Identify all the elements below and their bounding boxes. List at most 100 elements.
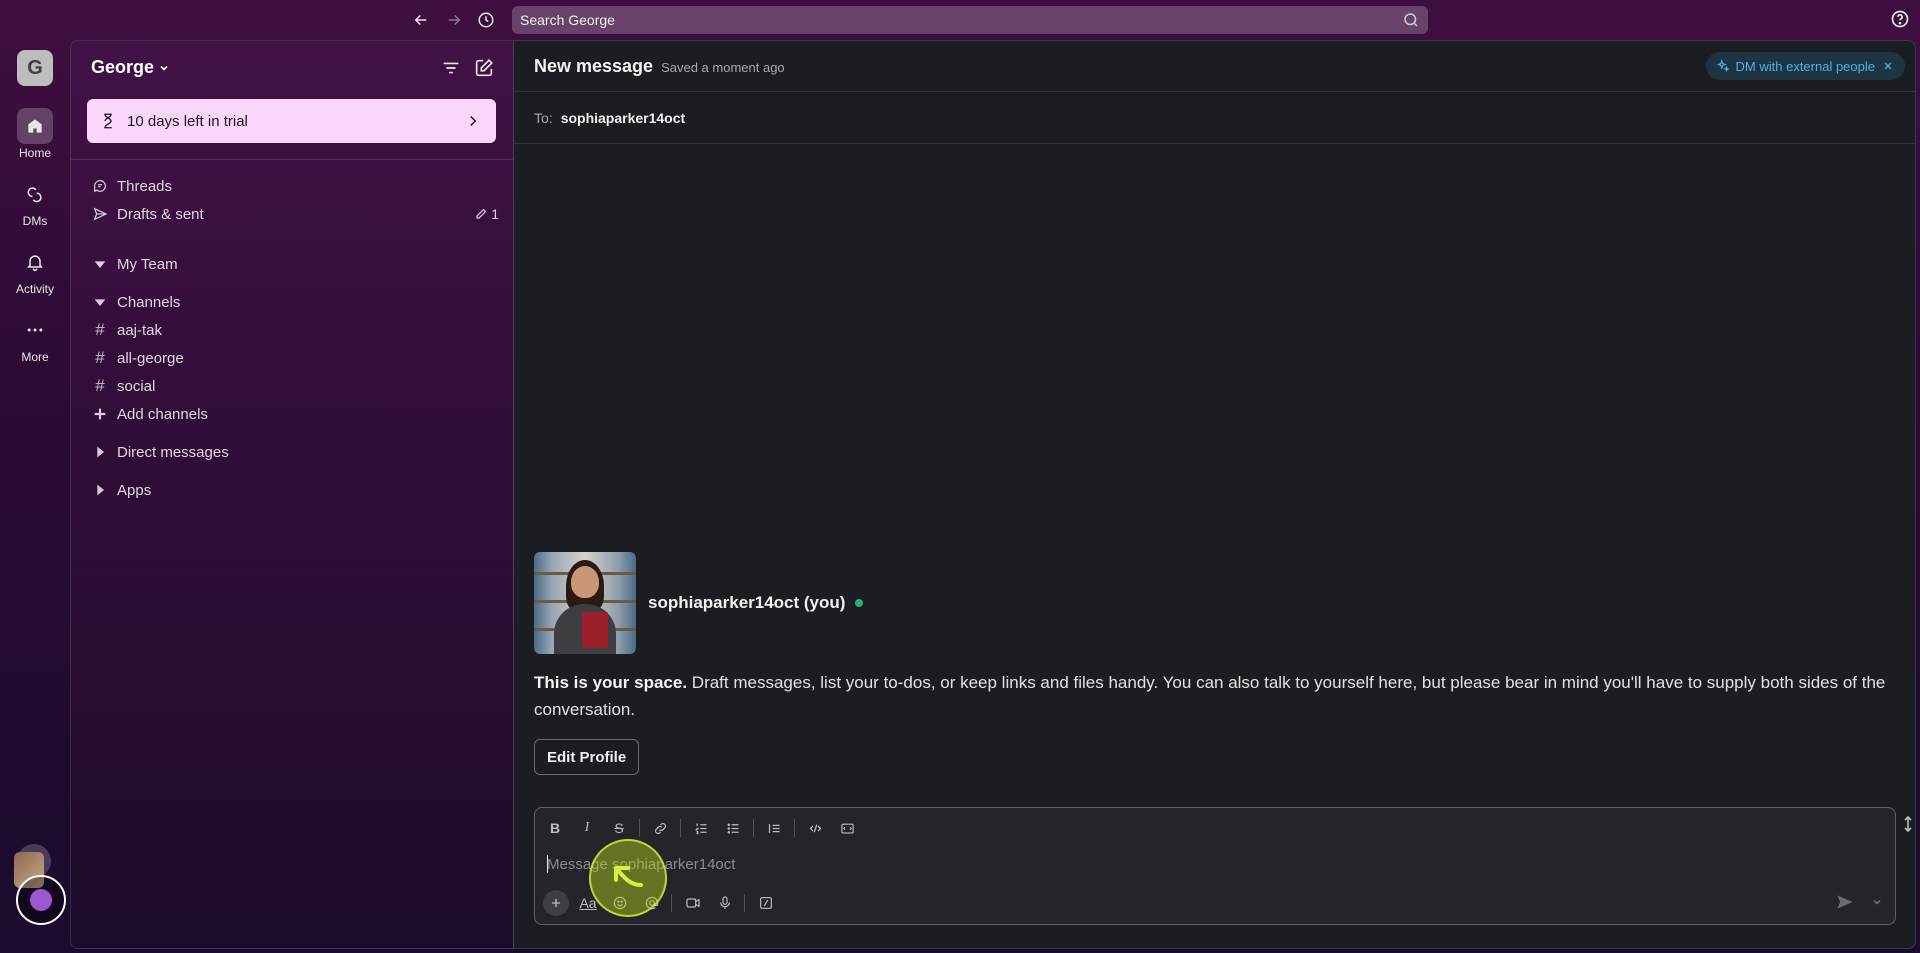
section-label: Direct messages [117, 443, 229, 461]
back-arrow-icon[interactable] [409, 8, 433, 32]
expand-composer-icon[interactable] [1902, 815, 1914, 833]
section-label: Channels [117, 293, 181, 311]
rail-item-dms[interactable]: DMs [0, 176, 70, 228]
recipient-name[interactable]: sophiaparker14oct [561, 110, 686, 126]
sidebar-item-label: Threads [117, 177, 173, 195]
sidebar: George 10 days left in trial Threads Dra… [70, 40, 514, 949]
history-clock-icon[interactable] [474, 8, 498, 32]
ordered-list-icon[interactable] [689, 816, 713, 840]
strikethrough-icon[interactable]: S [607, 816, 631, 840]
saved-status: Saved a moment ago [661, 59, 785, 75]
caret-down-icon [94, 299, 106, 306]
add-channels-label: Add channels [117, 405, 208, 423]
add-channels-button[interactable]: Add channels [91, 401, 501, 427]
cursor-indicator [16, 875, 66, 925]
intro-body: Draft messages, list your to-dos, or kee… [534, 673, 1886, 719]
slash-command-icon[interactable] [753, 890, 779, 916]
hash-icon: # [95, 320, 105, 339]
profile-name[interactable]: sophiaparker14oct (you) [648, 593, 864, 613]
search-placeholder: Search George [520, 12, 615, 28]
pencil-icon [476, 208, 487, 219]
blockquote-icon[interactable] [762, 816, 786, 840]
rail-item-home[interactable]: Home [0, 108, 70, 160]
caret-right-icon [97, 446, 104, 458]
rail-item-label: DMs [22, 214, 48, 228]
hash-icon: # [95, 376, 105, 395]
rail-item-label: Activity [15, 282, 54, 296]
channel-name: aaj-tak [117, 321, 163, 339]
search-bar[interactable]: Search George [512, 6, 1428, 34]
profile-photo[interactable] [534, 552, 636, 654]
section-direct-messages[interactable]: Direct messages [91, 439, 501, 465]
sidebar-item-channel-social[interactable]: # social [91, 373, 501, 399]
sidebar-item-threads[interactable]: Threads [91, 173, 501, 199]
sidebar-item-channel-all-george[interactable]: # all-george [91, 345, 501, 371]
section-apps[interactable]: Apps [91, 477, 501, 503]
top-bar: Search George [0, 0, 1920, 40]
link-icon[interactable] [648, 816, 672, 840]
rail-item-label: More [21, 350, 49, 364]
rail-item-activity[interactable]: Activity [0, 244, 70, 296]
workspace-name: George [91, 57, 155, 77]
sidebar-item-channel-aaj-tak[interactable]: # aaj-tak [91, 317, 501, 343]
cursor-dot [30, 889, 52, 911]
rail-item-label: Home [18, 146, 51, 160]
bullet-list-icon[interactable] [721, 816, 745, 840]
bell-icon [27, 255, 43, 272]
drafts-count: 1 [491, 206, 499, 222]
text-caret [547, 855, 548, 873]
trial-banner[interactable]: 10 days left in trial [87, 99, 496, 143]
chevron-down-icon[interactable] [1871, 896, 1883, 908]
code-block-icon[interactable] [835, 816, 859, 840]
filter-icon[interactable] [440, 57, 462, 79]
section-label: My Team [117, 255, 178, 273]
chevron-right-icon [470, 115, 477, 127]
chevron-down-icon [160, 65, 168, 71]
divider [71, 159, 514, 160]
hourglass-icon [104, 113, 112, 129]
page-title: New message [534, 55, 654, 76]
online-status-dot [855, 599, 864, 607]
dm-external-label: DM with external people [1735, 58, 1875, 74]
search-icon [1404, 13, 1418, 27]
profile-name-text: sophiaparker14oct (you) [648, 593, 846, 612]
intro-text: This is your space. Draft messages, list… [534, 669, 1904, 723]
help-icon[interactable] [1890, 9, 1910, 29]
threads-icon [94, 180, 106, 193]
forward-arrow-icon[interactable] [442, 8, 466, 32]
rail-item-more[interactable]: More [0, 312, 70, 364]
to-label: To: [534, 109, 553, 126]
cursor-arrow-icon [614, 866, 643, 887]
attach-plus-icon[interactable] [543, 890, 569, 916]
sidebar-item-label: Drafts & sent [117, 205, 204, 223]
section-my-team[interactable]: My Team [91, 251, 501, 277]
workspace-rail: G Home DMs Activity More + [0, 40, 70, 953]
channel-name: all-george [117, 349, 184, 367]
composer-actions: Aa [543, 890, 785, 916]
recipient-row[interactable]: To: sophiaparker14oct [514, 91, 1915, 144]
code-icon[interactable] [803, 816, 827, 840]
italic-icon[interactable]: I [575, 816, 599, 840]
close-icon[interactable] [1881, 59, 1895, 73]
send-icon [93, 207, 108, 221]
message-input[interactable] [547, 852, 1867, 876]
plus-icon [94, 408, 106, 420]
send-icon[interactable] [1835, 892, 1855, 912]
workspace-name-menu[interactable]: George [91, 57, 170, 78]
message-header: New message Saved a moment ago DM with e… [514, 41, 1915, 91]
caret-right-icon [97, 484, 104, 496]
bold-icon[interactable]: B [543, 816, 567, 840]
video-icon[interactable] [680, 890, 706, 916]
microphone-icon[interactable] [712, 890, 738, 916]
dm-external-banner[interactable]: DM with external people [1705, 52, 1905, 80]
compose-icon[interactable] [473, 57, 495, 79]
sidebar-item-drafts[interactable]: Drafts & sent 1 [91, 201, 501, 227]
dms-icon [27, 187, 42, 203]
section-channels[interactable]: Channels [91, 289, 501, 315]
workspace-icon[interactable]: G [17, 50, 53, 86]
message-composer: B I S Aa [534, 807, 1896, 925]
drafts-count-badge: 1 [475, 206, 499, 222]
message-pane: New message Saved a moment ago DM with e… [513, 40, 1916, 949]
caret-down-icon [94, 261, 106, 268]
edit-profile-button[interactable]: Edit Profile [534, 739, 640, 775]
